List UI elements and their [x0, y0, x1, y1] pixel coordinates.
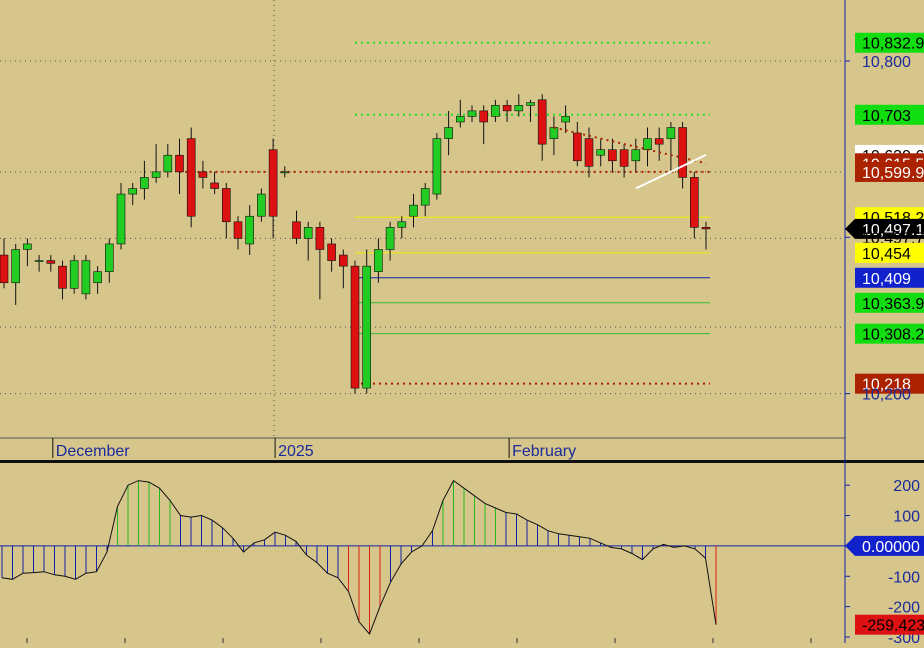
- candle-body: [409, 204, 418, 217]
- x-tick-label: February: [512, 443, 576, 460]
- candle-body: [596, 149, 606, 156]
- price-label-text: 10,200: [862, 387, 911, 404]
- candle-body: [280, 171, 290, 174]
- candle-body: [245, 215, 254, 245]
- x-tick-label: 2025: [278, 443, 314, 460]
- candle-body: [116, 193, 126, 245]
- price-label-text: 10,599.9: [862, 165, 924, 182]
- panel-separator: [0, 460, 924, 463]
- candle-body: [455, 116, 465, 123]
- candle-body: [233, 221, 243, 239]
- candle-body: [689, 177, 699, 228]
- candle-body: [140, 177, 149, 189]
- candle-body: [467, 110, 477, 117]
- candle-body: [268, 149, 278, 217]
- price-label-text: 10,363.9: [862, 296, 924, 313]
- candle-body: [654, 138, 664, 145]
- x-axis: December 2025 February: [0, 437, 924, 463]
- osc-y-tick-label: 200: [893, 478, 920, 495]
- candle-body: [186, 138, 196, 217]
- candle-body: [572, 132, 582, 162]
- candle-body: [701, 227, 711, 230]
- price-label-text: 10,703: [862, 108, 911, 125]
- oscillator-panel: [0, 479, 845, 643]
- price-label-text: -259.4231: [862, 618, 924, 635]
- candle-body: [514, 105, 524, 112]
- candle-body: [526, 102, 535, 106]
- candle-body: [678, 127, 687, 178]
- candle-body: [362, 265, 372, 389]
- candle-body: [198, 171, 208, 178]
- candle-body: [303, 227, 313, 239]
- candle-body: [315, 227, 325, 250]
- candle-body: [432, 138, 442, 195]
- price-axis-labels: 10,832.910,80010,70310,630.610,615.510,5…: [845, 32, 924, 635]
- candle-body: [11, 249, 20, 284]
- price-label-text: 10,800: [862, 54, 911, 71]
- candle-body: [210, 182, 219, 189]
- candle-body: [175, 154, 184, 173]
- candle-body: [151, 171, 161, 178]
- candle-body: [58, 265, 67, 289]
- candle-body: [491, 105, 500, 117]
- candle-body: [327, 243, 336, 261]
- candle-body: [561, 116, 570, 123]
- price-label-text: 0.00000: [862, 539, 920, 556]
- candle-body: [105, 243, 114, 272]
- candle-body: [374, 249, 383, 272]
- candle-body: [338, 254, 348, 267]
- candle-body: [23, 243, 32, 250]
- candle-body: [350, 265, 360, 389]
- candle-body: [619, 149, 629, 167]
- candle-body: [479, 110, 489, 123]
- candle-body: [608, 149, 617, 162]
- price-label-text: 10,409: [862, 271, 911, 288]
- candle-body: [222, 188, 231, 223]
- candle-body: [631, 149, 641, 162]
- candle-body: [34, 260, 44, 262]
- price-chart-svg: December 2025 February 200100-100-200-300 …: [0, 0, 924, 647]
- candle-body: [46, 260, 56, 264]
- candle-body: [0, 254, 9, 284]
- candle-body: [81, 260, 91, 295]
- candle-body: [643, 138, 652, 150]
- candle-body: [584, 138, 594, 167]
- price-label-text: 10,308.2: [862, 327, 924, 344]
- candle-body: [502, 105, 512, 112]
- x-tick-label: December: [56, 443, 130, 460]
- candle-body: [163, 154, 173, 173]
- gridlines: [0, 0, 845, 438]
- osc-y-tick-label: -100: [888, 569, 920, 586]
- candle-body: [93, 271, 102, 284]
- osc-y-tick-label: -200: [888, 600, 920, 617]
- candle-body: [385, 227, 395, 250]
- candle-body: [292, 221, 301, 239]
- candle-body: [397, 221, 407, 228]
- candle-body: [257, 193, 266, 217]
- price-label-text: 10,454: [862, 246, 911, 263]
- price-label-text: 10,832.9: [862, 36, 924, 53]
- candle-body: [444, 127, 453, 139]
- candle-body: [666, 127, 676, 139]
- candle-body: [537, 99, 547, 145]
- candlesticks: [0, 94, 711, 394]
- chart-window: December 2025 February 200 100 -100 -200 -300 …: [0, 0, 924, 647]
- candle-body: [549, 127, 559, 139]
- candle-body: [128, 188, 137, 195]
- candle-body: [420, 188, 430, 206]
- osc-y-tick-label: 100: [893, 509, 920, 526]
- candle-body: [69, 260, 79, 289]
